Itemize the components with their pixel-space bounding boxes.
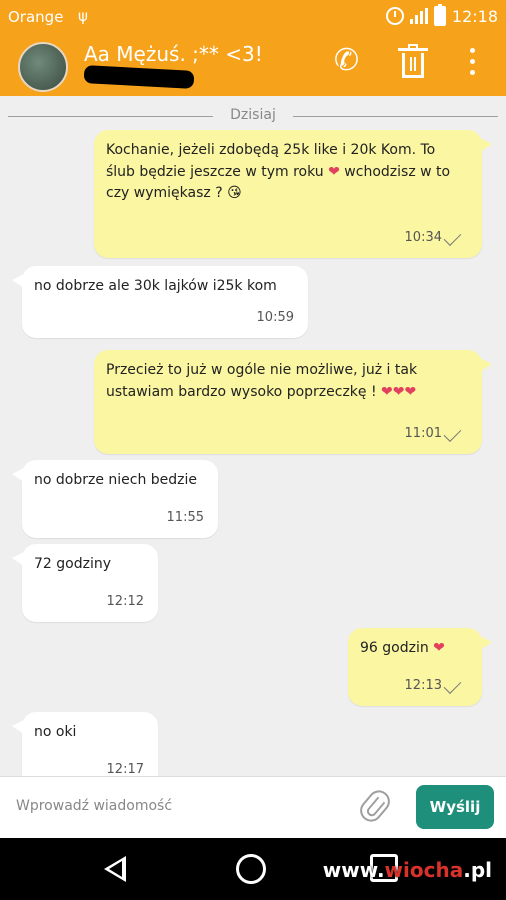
- system-nav-bar: www.wiocha.pl: [0, 838, 506, 900]
- message-text: no dobrze niech bedzie: [34, 472, 198, 488]
- contact-name[interactable]: Aa Mężuś. ;** <3!: [84, 42, 263, 66]
- message-time: 10:34: [404, 229, 442, 245]
- chat-header: Aa Mężuś. ;** <3! ✆: [0, 34, 506, 96]
- heart-emoji: ❤❤❤: [381, 383, 417, 400]
- message-text: no oki: [34, 724, 77, 740]
- message-text: 96 godzin: [360, 640, 429, 656]
- back-icon[interactable]: [104, 856, 126, 882]
- kiss-emoji: 😘: [227, 185, 242, 202]
- sent-check-icon: [443, 676, 462, 694]
- message-bubble-outgoing[interactable]: Przecież to już w ogóle nie możliwe, już…: [94, 350, 492, 454]
- watermark: www.wiocha.pl: [322, 858, 492, 882]
- message-text: Przecież to już w ogóle nie możliwe, już…: [106, 362, 418, 400]
- phone-icon[interactable]: ✆: [334, 46, 359, 76]
- sent-check-icon: [443, 424, 462, 442]
- message-time: 12:12: [106, 593, 144, 609]
- message-time: 11:55: [166, 509, 204, 525]
- carrier-name: Orange: [8, 8, 64, 26]
- message-time: 12:13: [404, 677, 442, 693]
- message-text: no dobrze ale 30k lajków i25k kom: [34, 278, 277, 294]
- trash-icon[interactable]: [398, 44, 428, 78]
- message-time: 10:59: [256, 309, 294, 325]
- message-bubble-incoming[interactable]: no dobrze niech bedzie 11:55: [12, 460, 218, 538]
- redacted-scribble: [83, 65, 195, 89]
- status-time: 12:18: [451, 6, 498, 26]
- send-button[interactable]: Wyślij: [416, 785, 494, 829]
- message-composer: Wyślij: [0, 776, 506, 838]
- heart-emoji: ❤: [433, 640, 445, 656]
- message-input[interactable]: [16, 793, 346, 819]
- attach-icon[interactable]: [355, 785, 395, 827]
- more-options-icon[interactable]: [470, 48, 476, 78]
- message-bubble-incoming[interactable]: 72 godziny 12:12: [12, 544, 158, 622]
- divider-line: [8, 116, 213, 117]
- date-label: Dzisiaj: [230, 107, 276, 123]
- status-bar: Orange ψ 12:18: [0, 0, 506, 34]
- message-text: 72 godziny: [34, 556, 111, 572]
- message-bubble-incoming[interactable]: no dobrze ale 30k lajków i25k kom 10:59: [12, 266, 308, 338]
- message-bubble-outgoing[interactable]: 96 godzin ❤ 12:13: [348, 628, 492, 706]
- date-divider: Dzisiaj: [8, 106, 498, 126]
- alarm-icon: [385, 7, 404, 25]
- divider-line: [293, 116, 498, 117]
- message-time: 11:01: [404, 425, 442, 441]
- signal-icon: [409, 8, 428, 24]
- usb-icon: ψ: [78, 7, 88, 25]
- battery-icon: [433, 4, 446, 26]
- sent-check-icon: [443, 228, 462, 246]
- contact-avatar[interactable]: [18, 42, 68, 92]
- status-indicators: 12:18: [385, 4, 498, 26]
- home-icon[interactable]: [236, 854, 266, 884]
- message-bubble-outgoing[interactable]: Kochanie, jeżeli zdobędą 25k like i 20k …: [94, 130, 492, 258]
- top-bar: Orange ψ 12:18 Aa Mężuś. ;** <3! ✆: [0, 0, 506, 96]
- heart-emoji: ❤: [328, 163, 340, 180]
